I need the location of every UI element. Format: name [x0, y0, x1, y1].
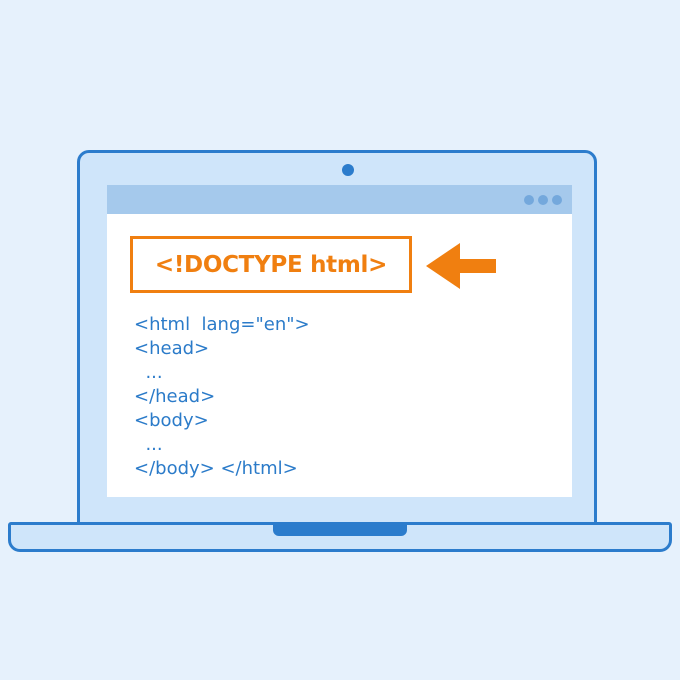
html-code-block: <html lang="en"> <head> ... </head> <bod…: [134, 313, 310, 481]
window-dot-icon: [524, 195, 534, 205]
camera-icon: [342, 164, 354, 176]
browser-titlebar: [107, 185, 572, 214]
doctype-label: <!DOCTYPE html>: [154, 251, 388, 278]
code-line: ...: [134, 362, 163, 383]
code-line: </head>: [134, 386, 216, 407]
code-line: </body> </html>: [134, 458, 298, 479]
code-line: <body>: [134, 410, 209, 431]
code-line: <html lang="en">: [134, 314, 310, 335]
window-dot-icon: [552, 195, 562, 205]
arrow-left-icon: [426, 243, 496, 289]
code-line: ...: [134, 434, 163, 455]
code-line: <head>: [134, 338, 210, 359]
laptop-notch: [273, 525, 407, 536]
doctype-highlight-box: <!DOCTYPE html>: [130, 236, 412, 293]
window-dot-icon: [538, 195, 548, 205]
